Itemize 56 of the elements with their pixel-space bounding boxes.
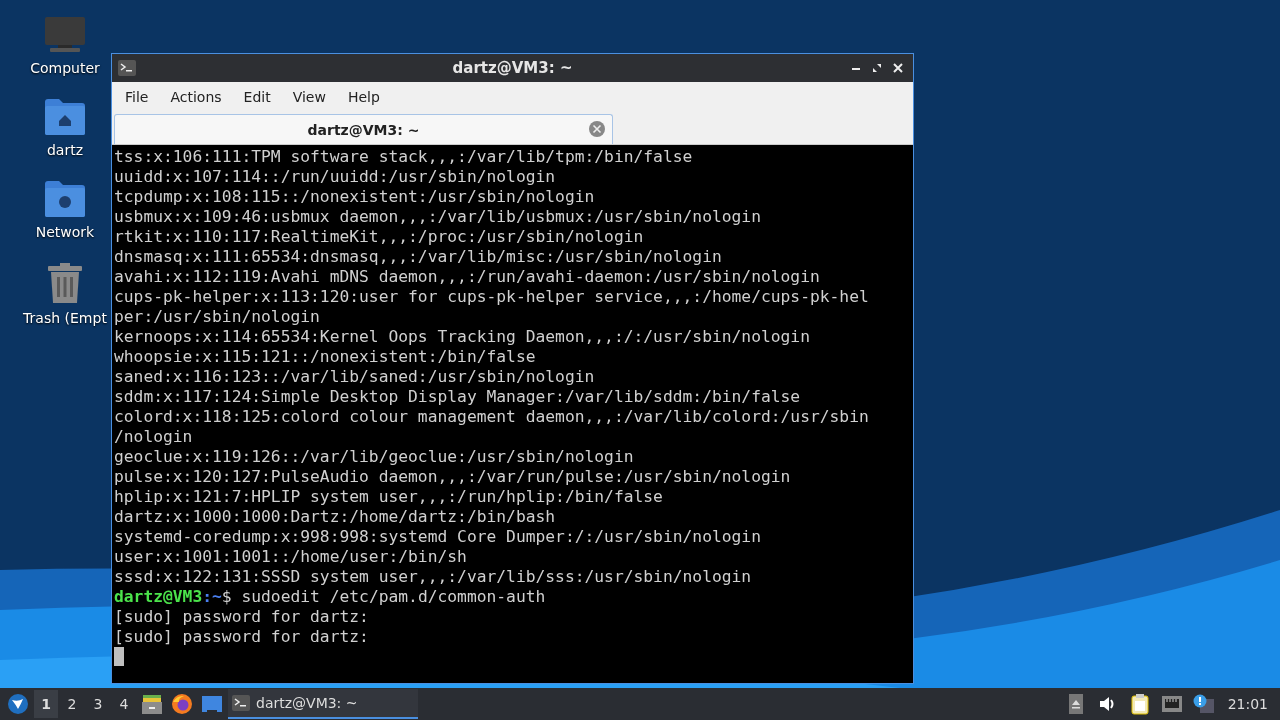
terminal-line: tcpdump:x:108:115::/nonexistent:/usr/sbin/nologin — [114, 187, 595, 206]
menu-item[interactable]: File — [114, 89, 160, 105]
terminal-line: geoclue:x:119:126::/var/lib/geoclue:/usr/sbin/nologin — [114, 447, 634, 466]
home-folder-icon — [44, 98, 86, 136]
terminal-line: [sudo] password for dartz: — [114, 607, 369, 626]
menu-item[interactable]: Edit — [232, 89, 282, 105]
monitor-icon — [44, 16, 86, 54]
workspace-button[interactable]: 4 — [112, 690, 136, 718]
terminal-line: [sudo] password for dartz: — [114, 627, 369, 646]
close-icon[interactable] — [588, 120, 606, 138]
terminal-line: tss:x:106:111:TPM software stack,,,:/var/lib/tpm:/bin/false — [114, 147, 693, 166]
desktop-icon-label[interactable]: dartz — [46, 142, 84, 158]
menu-item[interactable]: Help — [336, 89, 391, 105]
workspace-button[interactable]: 3 — [86, 690, 110, 718]
notification-icon[interactable] — [1191, 692, 1216, 716]
close-button[interactable] — [893, 63, 903, 73]
terminal-line: cups-pk-helper:x:113:120:user for cups-pk-helper service,,,:/home/cups-pk-hel — [114, 287, 869, 306]
desktop-icon-label[interactable]: Computer — [30, 60, 100, 76]
terminal-line: pulse:x:120:127:PulseAudio daemon,,,:/var/run/pulse:/usr/sbin/nologin — [114, 467, 791, 486]
network-folder-icon — [44, 180, 86, 218]
terminal-line: rtkit:x:110:117:RealtimeKit,,,:/proc:/usr/sbin/nologin — [114, 227, 644, 246]
terminal-line: avahi:x:112:119:Avahi mDNS daemon,,,:/run/avahi-daemon:/usr/sbin/nologin — [114, 267, 820, 286]
desktop-icon-label[interactable]: Network — [35, 224, 95, 240]
terminal-line: /nologin — [114, 427, 193, 446]
menu-item[interactable]: View — [281, 89, 337, 105]
menu-item[interactable]: Actions — [159, 89, 233, 105]
terminal-line: sddm:x:117:124:Simple Desktop Display Manager:/var/lib/sddm:/bin/false — [114, 387, 801, 406]
terminal-line: hplip:x:121:7:HPLIP system user,,,:/run/hplip:/bin/false — [114, 487, 663, 506]
terminal-line: colord:x:118:125:colord colour management daemon,,,:/var/lib/colord:/usr/sbin — [114, 407, 869, 426]
command-text: sudoedit /etc/pam.d/common-auth — [240, 587, 546, 606]
window-title: dartz@VM3: ~ — [452, 59, 573, 77]
terminal-line: usbmux:x:109:46:usbmux daemon,,,:/var/lib/usbmux:/usr/sbin/nologin — [114, 207, 761, 226]
taskbar-task[interactable]: dartz@VM3: ~ — [228, 689, 418, 719]
terminal-line: sssd:x:122:131:SSSD system user,,,:/var/lib/sss:/usr/sbin/nologin — [114, 567, 752, 586]
workspace-button[interactable]: 2 — [60, 690, 84, 718]
prompt-symbol: $ — [221, 587, 232, 606]
terminal-icon — [118, 60, 136, 76]
terminal-line: dartz:x:1000:1000:Dartz:/home/dartz:/bin/bash — [114, 507, 556, 526]
terminal-line: uuidd:x:107:114::/run/uuidd:/usr/sbin/nologin — [114, 167, 556, 186]
desktop-icon-label[interactable]: Trash (Empt — [23, 310, 107, 326]
terminal-icon — [232, 695, 250, 711]
terminal-line: dnsmasq:x:111:65534:dnsmasq,,,:/var/lib/misc:/usr/sbin/nologin — [114, 247, 722, 266]
terminal-line: saned:x:116:123::/var/lib/saned:/usr/sbin/nologin — [114, 367, 595, 386]
terminal-line: user:x:1001:1001::/home/user:/bin/sh — [114, 547, 467, 566]
terminal-line: kernoops:x:114:65534:Kernel Oops Tracking Daemon,,,:/:/usr/sbin/nologin — [114, 327, 810, 346]
terminal-line: systemd-coredump:x:998:998:systemd Core Dumper:/:/usr/sbin/nologin — [114, 527, 761, 546]
clock[interactable]: 21:01 — [1223, 696, 1276, 712]
terminal-line: whoopsie:x:115:121::/nonexistent:/bin/false — [114, 347, 536, 366]
prompt-path: :~ — [202, 587, 222, 606]
maximize-button[interactable] — [872, 63, 882, 73]
prompt-user: dartz@VM3 — [114, 587, 203, 606]
terminal-tab[interactable]: dartz@VM3: ~ — [114, 114, 613, 144]
terminal-line: per:/usr/sbin/nologin — [114, 307, 320, 326]
text-cursor — [114, 647, 124, 666]
workspace-button[interactable]: 1 — [34, 690, 58, 718]
trash-icon — [46, 262, 84, 304]
